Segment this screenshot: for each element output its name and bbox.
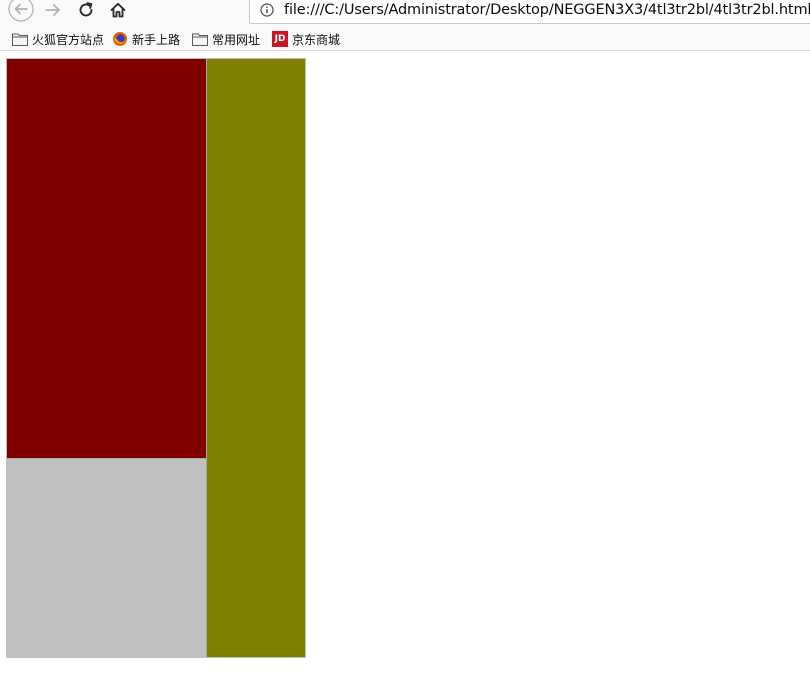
firefox-icon	[113, 32, 128, 46]
bookmark-label: 京东商城	[292, 32, 341, 47]
back-button[interactable]	[6, 0, 36, 22]
url-text[interactable]: file:///C:/Users/Administrator/Desktop/N…	[284, 2, 810, 18]
info-icon[interactable]	[260, 3, 274, 17]
forward-button[interactable]	[40, 0, 66, 22]
cell-right	[206, 59, 305, 657]
cell-bottom-left	[7, 458, 206, 657]
arrow-left-icon	[8, 0, 34, 22]
home-icon	[110, 2, 126, 18]
bookmarks-toolbar: 火狐官方站点 新手上路 常用网址 JD 京东商城	[0, 28, 810, 51]
folder-icon	[192, 33, 209, 46]
bookmark-label: 火狐官方站点	[32, 32, 105, 47]
bookmark-label: 新手上路	[132, 32, 181, 47]
bookmark-firefox-official[interactable]: 火狐官方站点	[12, 29, 104, 49]
arrow-right-icon	[45, 4, 60, 16]
folder-icon	[12, 33, 28, 46]
reload-button[interactable]	[74, 0, 98, 22]
cell-top-left	[7, 59, 206, 458]
color-grid	[6, 58, 306, 658]
browser-toolbar: file:///C:/Users/Administrator/Desktop/N…	[0, 0, 810, 28]
bookmark-common-sites[interactable]: 常用网址	[192, 29, 260, 49]
jd-icon: JD	[272, 31, 289, 47]
bookmark-jd-mall[interactable]: JD 京东商城	[272, 29, 340, 49]
bookmark-label: 常用网址	[212, 32, 261, 47]
reload-icon	[79, 2, 93, 17]
bookmark-getting-started[interactable]: 新手上路	[112, 29, 180, 49]
page-content	[0, 52, 810, 677]
url-bar[interactable]: file:///C:/Users/Administrator/Desktop/N…	[249, 0, 810, 24]
home-button[interactable]	[106, 0, 130, 22]
